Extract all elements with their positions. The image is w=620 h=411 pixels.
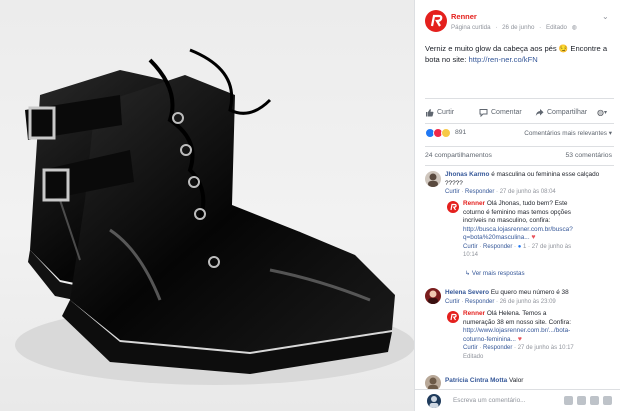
reply-meta: Curtir · Responder · ● 1 · 27 de junho à… (463, 243, 572, 250)
comment: Helena Severo Eu quero meu número é 38 C… (445, 289, 613, 306)
person-avatar-icon (428, 173, 438, 187)
post-text: Verniz e muito glow da cabeça aos pés 😏 … (425, 43, 610, 65)
divider (425, 98, 614, 99)
chevron-down-icon: ▾ (603, 109, 607, 116)
reply-arrow-icon: ↳ (465, 270, 471, 277)
reply-reply-link[interactable]: Responder (483, 345, 512, 351)
reactions-row[interactable]: 891 Comentários mais relevantes ▾ (425, 128, 612, 140)
person-avatar-icon (428, 290, 438, 304)
camera-icon[interactable] (577, 396, 586, 405)
comment-meta: Curtir · Responder · 27 de junho às 08:0… (445, 189, 556, 195)
comment-input[interactable]: Escreva um comentário... (453, 397, 525, 404)
thumbs-up-icon (426, 108, 434, 116)
avatar[interactable] (425, 288, 441, 304)
post-link[interactable]: http://ren-ner.co/kFN (469, 55, 538, 64)
speech-bubble-icon (479, 108, 488, 117)
reply-meta: Curtir · Responder · 27 de junho às 10:1… (463, 345, 574, 351)
post-date[interactable]: 26 de junho (502, 24, 534, 31)
comments-sort-dropdown[interactable]: Comentários mais relevantes ▾ (524, 129, 612, 137)
globe-icon: ◍ (597, 107, 604, 117)
chevron-down-icon[interactable]: ⌄ (602, 12, 612, 21)
page-type: Página curtida (451, 24, 491, 31)
share-arrow-icon (535, 108, 544, 116)
comment-button[interactable]: Comentar (479, 104, 522, 120)
renner-r-icon (450, 313, 457, 321)
emoji-icon[interactable] (564, 396, 573, 405)
comment-reply-link[interactable]: Responder (465, 299, 494, 305)
comment-time[interactable]: 26 de junho às 23:09 (500, 299, 556, 305)
comment: Jhonas Karmo é masculina ou feminina ess… (445, 171, 613, 197)
post-header: Renner Página curtida · 26 de junho · Ed… (425, 10, 616, 36)
comment-text: Valor (508, 377, 524, 384)
share-button[interactable]: Compartilhar (535, 104, 587, 120)
reaction-count: 891 (455, 129, 467, 136)
sticker-icon[interactable] (603, 396, 612, 405)
stats-row: 24 compartilhamentos 53 comentários (425, 152, 612, 162)
reply-time[interactable]: 27 de junho às (532, 244, 571, 250)
avatar[interactable] (425, 171, 441, 187)
shares-count[interactable]: 24 compartilhamentos (425, 152, 492, 159)
page-name[interactable]: Renner (451, 12, 477, 21)
comment-text: Eu quero meu número é 38 (490, 289, 569, 296)
reply-reply-link[interactable]: Responder (483, 244, 512, 250)
divider (425, 165, 614, 166)
reply: Renner Olá Jhonas, tudo bem? Este coturn… (463, 200, 613, 260)
reply-reaction-count: 1 (523, 243, 527, 250)
person-avatar-icon (429, 396, 439, 408)
boots-image (15, 48, 414, 385)
post-side-panel: Renner Página curtida · 26 de junho · Ed… (414, 0, 620, 411)
divider (425, 146, 614, 147)
renner-logo[interactable] (425, 10, 447, 32)
edited-label[interactable]: Editado (546, 24, 567, 31)
comment-reply-link[interactable]: Responder (465, 189, 494, 195)
reply-author[interactable]: Renner (463, 310, 485, 317)
reply: Renner Olá Helena. Temos a numeração 38 … (463, 310, 613, 361)
reply-link[interactable]: coturno-feminina... (463, 336, 516, 343)
heart-icon: ♥ (531, 234, 536, 241)
comment-meta: Curtir · Responder · 26 de junho às 23:0… (445, 298, 556, 305)
gif-icon[interactable] (590, 396, 599, 405)
heart-icon: ♥ (517, 335, 522, 343)
reply-author[interactable]: Renner (463, 200, 485, 207)
avatar[interactable] (447, 311, 459, 323)
wow-icon (441, 128, 451, 138)
like-icon: ● (517, 243, 522, 250)
comment-author[interactable]: Patrícia Cintra Motta (445, 377, 507, 384)
divider (425, 123, 614, 124)
composer-tools (564, 396, 612, 405)
avatar (427, 394, 441, 408)
reply-time[interactable]: 27 de junho às 10:17 (518, 345, 574, 351)
comment: Patrícia Cintra Motta Valor (445, 377, 613, 386)
comment-like-link[interactable]: Curtir (445, 189, 460, 195)
reply-link[interactable]: q=bota%20masculina... (463, 234, 530, 241)
avatar[interactable] (447, 201, 459, 213)
post-photo[interactable] (0, 0, 414, 411)
comment-author[interactable]: Helena Severo (445, 289, 489, 296)
post-actions: Curtir Comentar Compartilhar ◍ ▾ (425, 104, 614, 120)
comment-time[interactable]: 27 de junho às 08:04 (500, 189, 556, 195)
comments-count[interactable]: 53 comentários (566, 152, 612, 159)
reply-like-link[interactable]: Curtir (463, 244, 478, 250)
comment-composer: Escreva um comentário... (415, 389, 620, 411)
post-meta: Página curtida · 26 de junho · Editado ◍ (451, 24, 578, 31)
edited-label[interactable]: Editado (463, 353, 613, 362)
more-replies-link[interactable]: ↳ Ver mais respostas (465, 270, 525, 277)
renner-r-icon (450, 203, 457, 211)
reply-link[interactable]: http://busca.lojasrenner.com.br/busca? (463, 226, 613, 235)
comment-like-link[interactable]: Curtir (445, 299, 460, 305)
reply-link[interactable]: http://www.lojasrenner.com.br/.../bota- (463, 327, 613, 336)
globe-icon: ◍ (571, 24, 578, 31)
renner-r-icon (430, 14, 443, 27)
like-button[interactable]: Curtir (425, 104, 454, 120)
reply-like-link[interactable]: Curtir (463, 345, 478, 351)
share-audience-selector[interactable]: ◍ ▾ (597, 104, 607, 120)
comment-author[interactable]: Jhonas Karmo (445, 171, 489, 178)
